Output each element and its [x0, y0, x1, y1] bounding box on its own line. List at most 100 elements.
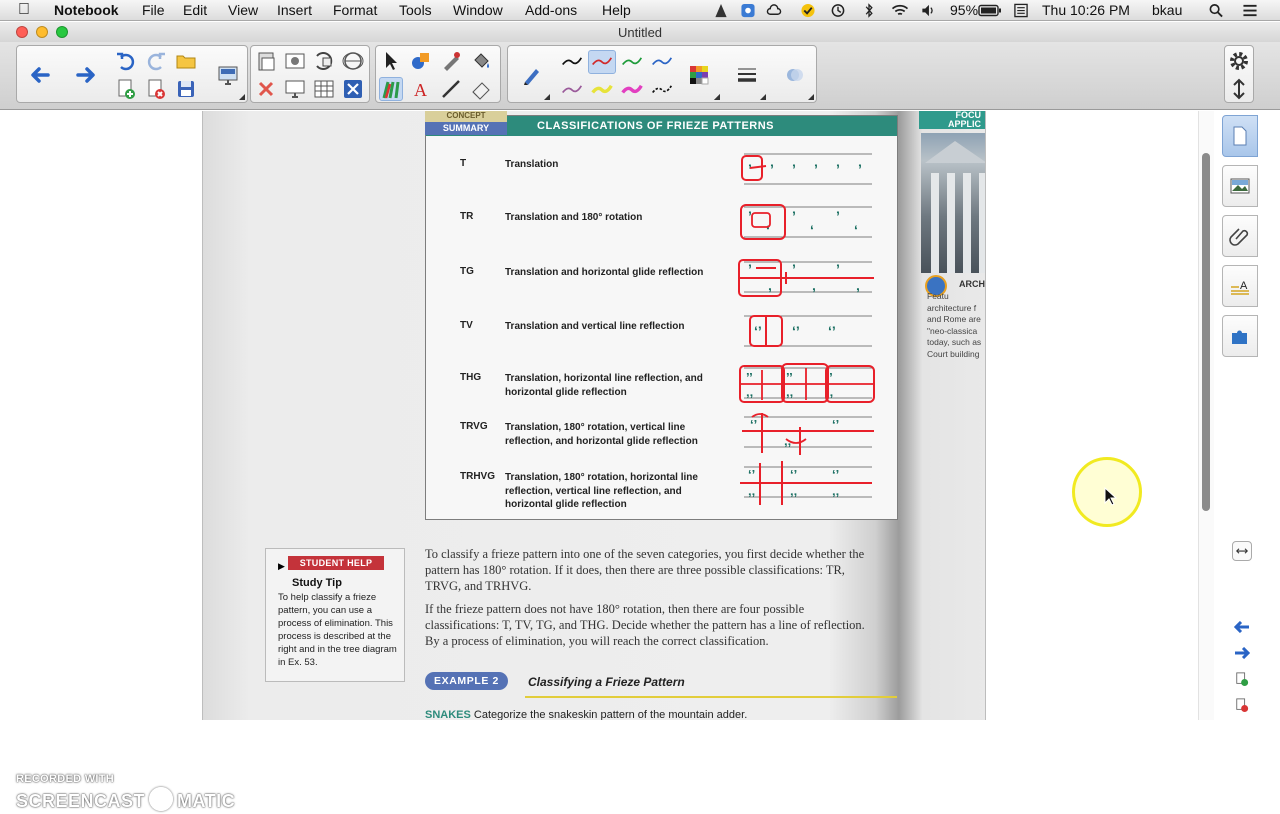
side-delete-page-icon[interactable]: [1232, 695, 1252, 715]
scanned-textbook-page[interactable]: CLASSIFICATIONS OF FRIEZE PATTERNS CONCE…: [202, 111, 986, 720]
keyboard-viewer-icon[interactable]: [1013, 3, 1029, 18]
gallery-icon: [1230, 178, 1250, 194]
svg-text:’: ’: [836, 161, 840, 177]
clear-page-icon[interactable]: [312, 49, 336, 73]
vlc-icon[interactable]: [713, 3, 729, 18]
time-machine-icon[interactable]: [830, 3, 846, 18]
battery-percent[interactable]: 95%: [950, 1, 978, 20]
text-tool-icon[interactable]: A: [409, 77, 433, 101]
frieze-pattern-annotated: ’ ‚ ’ ‚ ’ ‚: [738, 259, 874, 297]
side-next-page-icon[interactable]: [1232, 643, 1252, 663]
menu-app-name[interactable]: Notebook: [54, 1, 119, 20]
cloud-icon[interactable]: [766, 3, 782, 18]
svg-text:‚: ‚: [812, 277, 816, 293]
app-status-icon[interactable]: [740, 3, 756, 18]
side-add-page-icon[interactable]: [1232, 669, 1252, 689]
notebook-canvas[interactable]: CLASSIFICATIONS OF FRIEZE PATTERNS CONCE…: [0, 111, 1198, 811]
save-icon[interactable]: [174, 77, 198, 101]
gallery-tab[interactable]: [1222, 165, 1258, 207]
vertical-scrollbar[interactable]: [1198, 111, 1214, 720]
wifi-icon[interactable]: [890, 3, 910, 18]
pen-style-red[interactable]: [588, 50, 616, 74]
battery-icon[interactable]: [978, 3, 1002, 18]
fill-tool-icon[interactable]: [469, 49, 493, 73]
color-palette-icon[interactable]: [686, 63, 712, 87]
pen-style-black[interactable]: [558, 50, 586, 74]
pen-style-magenta[interactable]: [618, 78, 646, 102]
norton-check-icon[interactable]: [800, 3, 816, 18]
toolbar-position-icon[interactable]: [1227, 77, 1251, 101]
menu-addons[interactable]: Add-ons: [525, 1, 577, 20]
attachments-tab[interactable]: [1222, 215, 1258, 257]
undo-button[interactable]: [114, 49, 138, 73]
screen-capture-icon[interactable]: [283, 77, 307, 101]
volume-icon[interactable]: [920, 3, 936, 18]
addons-tab[interactable]: [1222, 315, 1258, 357]
concept-summary-box: CLASSIFICATIONS OF FRIEZE PATTERNS CONCE…: [425, 111, 898, 520]
paste-icon[interactable]: [254, 49, 278, 73]
line-tool-icon[interactable]: [439, 77, 463, 101]
watermark-right-text: MATIC: [177, 790, 236, 811]
svg-text:’: ’: [792, 261, 796, 277]
pen-tool-icon[interactable]: [379, 77, 403, 101]
shapes-tool-icon[interactable]: [409, 49, 433, 73]
open-file-icon[interactable]: [174, 49, 198, 73]
side-tab-panel: A: [1214, 111, 1280, 720]
pen-style-dashed[interactable]: [648, 78, 676, 102]
eraser-tool-icon[interactable]: [469, 77, 493, 101]
next-page-button[interactable]: [75, 63, 99, 87]
focus-title: ARCH: [959, 279, 985, 289]
magic-pen-icon[interactable]: [439, 49, 463, 73]
frieze-code: TR: [460, 211, 474, 222]
insert-picture-icon[interactable]: [283, 49, 307, 73]
insert-table-icon[interactable]: [312, 77, 336, 101]
delete-page-icon[interactable]: [144, 77, 168, 101]
bluetooth-icon[interactable]: [861, 3, 877, 18]
pen-properties-icon[interactable]: [518, 63, 546, 87]
toolbar: A: [0, 42, 1280, 110]
mouse-pointer-icon: [1104, 487, 1118, 506]
menu-format[interactable]: Format: [333, 1, 377, 20]
menu-view[interactable]: View: [228, 1, 258, 20]
svg-text:‚: ‚: [768, 277, 772, 293]
notification-center-icon[interactable]: [1240, 3, 1260, 18]
previous-page-button[interactable]: [27, 63, 51, 87]
select-tool-icon[interactable]: [379, 49, 403, 73]
delete-icon[interactable]: [254, 77, 278, 101]
line-style-icon[interactable]: [734, 63, 760, 87]
menu-help[interactable]: Help: [602, 1, 631, 20]
menu-window[interactable]: Window: [453, 1, 503, 20]
gear-icon[interactable]: [1227, 49, 1251, 73]
snakes-text: Categorize the snakeskin pattern of the …: [473, 709, 748, 720]
redo-button[interactable]: [144, 49, 168, 73]
pen-style-purple[interactable]: [558, 78, 586, 102]
spotlight-search-icon[interactable]: [1208, 3, 1224, 18]
apple-icon[interactable]: : [18, 0, 30, 19]
pen-style-yellow[interactable]: [588, 78, 616, 102]
web-browser-icon[interactable]: [341, 49, 365, 73]
pen-style-green[interactable]: [618, 50, 646, 74]
side-previous-page-icon[interactable]: [1232, 617, 1252, 637]
menu-tools[interactable]: Tools: [399, 1, 432, 20]
properties-tab[interactable]: A: [1222, 265, 1258, 307]
svg-text:’: ’: [836, 208, 840, 224]
full-screen-icon[interactable]: [341, 77, 365, 101]
add-page-icon[interactable]: [114, 77, 138, 101]
expand-side-panel-button[interactable]: [1232, 541, 1252, 561]
menu-edit[interactable]: Edit: [183, 1, 207, 20]
menu-insert[interactable]: Insert: [277, 1, 312, 20]
clock[interactable]: Thu 10:26 PM: [1042, 1, 1130, 20]
frieze-pattern-annotated: ‘’‚‚‘’: [742, 413, 874, 455]
frieze-code: T: [460, 158, 467, 169]
example-label: EXAMPLE 2: [425, 672, 508, 690]
page-sorter-tab[interactable]: [1222, 115, 1258, 157]
svg-text:’: ’: [858, 161, 862, 177]
screen-shade-icon[interactable]: [213, 63, 243, 87]
frieze-pattern-annotated: ’ ’ ’ ’ ’ ’: [741, 153, 872, 185]
user-name[interactable]: bkau: [1152, 1, 1182, 20]
frieze-pattern-annotated: ‘’ ‘’ ‘’: [744, 315, 872, 347]
pen-style-blue[interactable]: [648, 50, 676, 74]
scrollbar-thumb[interactable]: [1202, 153, 1210, 511]
menu-file[interactable]: File: [142, 1, 165, 20]
transparency-icon[interactable]: [782, 63, 808, 87]
